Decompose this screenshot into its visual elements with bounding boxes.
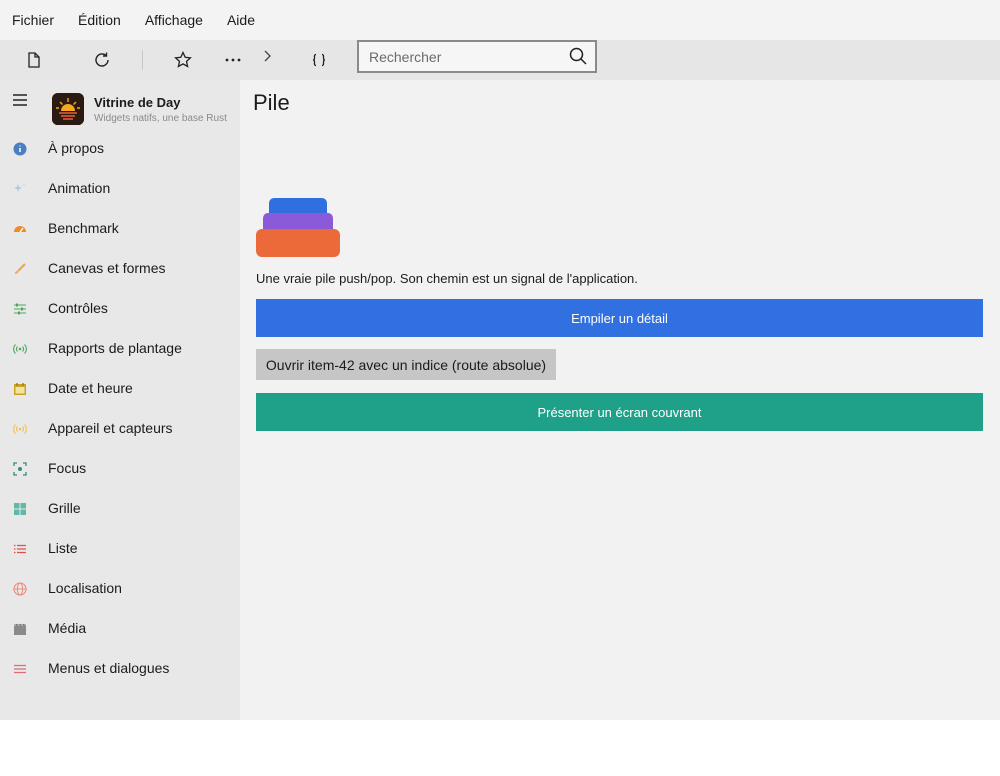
gauge-icon: [13, 222, 27, 236]
sidebar-item-grille[interactable]: Grille: [0, 489, 240, 529]
sidebar-item-label: Liste: [48, 540, 78, 556]
sidebar-item-label: Focus: [48, 460, 87, 476]
search-icon[interactable]: [569, 47, 587, 70]
sidebar-item-appareil[interactable]: Appareil et capteurs: [0, 409, 240, 449]
sensor-icon: [13, 422, 27, 436]
sliders-icon: [13, 302, 27, 316]
sidebar-item-label: Rapports de plantage: [48, 340, 182, 356]
search-input[interactable]: [359, 42, 559, 71]
sidebar-item-localisation[interactable]: Localisation: [0, 569, 240, 609]
grid-icon: [13, 502, 27, 516]
main-content: Pile Une vraie pile push/pop. Son chemin…: [240, 80, 1000, 720]
sidebar-item-benchmark[interactable]: Benchmark: [0, 209, 240, 249]
sidebar-item-canevas[interactable]: Canevas et formes: [0, 249, 240, 289]
sidebar-item-label: Benchmark: [48, 220, 119, 236]
info-icon: [13, 142, 27, 156]
refresh-icon[interactable]: [87, 46, 117, 74]
toolbar-separator: [142, 50, 143, 70]
description-text: Une vraie pile push/pop. Son chemin est …: [256, 271, 638, 286]
app-logo: [52, 93, 84, 125]
sidebar-item-controles[interactable]: Contrôles: [0, 289, 240, 329]
new-document-icon[interactable]: [19, 46, 49, 74]
sidebar-item-focus[interactable]: Focus: [0, 449, 240, 489]
push-detail-button[interactable]: Empiler un détail: [256, 299, 983, 337]
calendar-icon: [13, 382, 27, 396]
list-icon: [13, 542, 27, 556]
menu-lines-icon: [13, 662, 27, 676]
app-subtitle: Widgets natifs, une base Rust: [94, 113, 227, 124]
sidebar-item-label: Grille: [48, 500, 81, 516]
clapper-icon: [13, 622, 27, 636]
sidebar-item-label: Canevas et formes: [48, 260, 166, 276]
sidebar-item-label: Animation: [48, 180, 111, 196]
focus-icon: [13, 462, 27, 476]
menu-fichier[interactable]: Fichier: [0, 0, 66, 40]
sidebar-item-label: Contrôles: [48, 300, 108, 316]
present-fullscreen-button[interactable]: Présenter un écran couvrant: [256, 393, 983, 431]
menu-aide[interactable]: Aide: [215, 0, 267, 40]
toolbar: [0, 40, 1000, 80]
menu-bar: Fichier Édition Affichage Aide: [0, 0, 1000, 40]
stack-illustration: [256, 196, 342, 263]
sidebar-item-media[interactable]: Média: [0, 609, 240, 649]
sidebar-item-a-propos[interactable]: À propos: [0, 129, 240, 169]
sidebar-item-liste[interactable]: Liste: [0, 529, 240, 569]
menu-edition[interactable]: Édition: [66, 0, 133, 40]
sidebar-item-label: Date et heure: [48, 380, 133, 396]
braces-icon[interactable]: [304, 46, 334, 74]
sidebar-item-label: Localisation: [48, 580, 122, 596]
sidebar-item-label: À propos: [48, 140, 105, 156]
sidebar-item-rapports[interactable]: Rapports de plantage: [0, 329, 240, 369]
app-title: Vitrine de Day: [94, 95, 181, 110]
sidebar-item-menus-dialogues[interactable]: Menus et dialogues: [0, 649, 240, 689]
more-icon[interactable]: [218, 46, 248, 74]
sidebar-item-label: Menus et dialogues: [48, 660, 170, 676]
chevron-right-icon[interactable]: [252, 42, 282, 70]
bottom-blank-area: [0, 720, 1000, 776]
brush-icon: [13, 262, 27, 276]
globe-icon: [13, 582, 27, 596]
sidebar-item-animation[interactable]: Animation: [0, 169, 240, 209]
sidebar: Vitrine de Day Widgets natifs, une base …: [0, 80, 240, 720]
star-icon[interactable]: [168, 46, 198, 74]
broadcast-icon: [13, 342, 27, 356]
page-title: Pile: [253, 90, 290, 115]
sparkle-icon: [13, 182, 27, 196]
search-box[interactable]: [357, 40, 597, 73]
sidebar-item-label: Appareil et capteurs: [48, 420, 173, 436]
open-item-button[interactable]: Ouvrir item-42 avec un indice (route abs…: [256, 349, 556, 380]
sidebar-item-label: Média: [48, 620, 87, 636]
hamburger-menu-icon[interactable]: [12, 93, 28, 107]
sidebar-item-date-heure[interactable]: Date et heure: [0, 369, 240, 409]
menu-affichage[interactable]: Affichage: [133, 0, 215, 40]
